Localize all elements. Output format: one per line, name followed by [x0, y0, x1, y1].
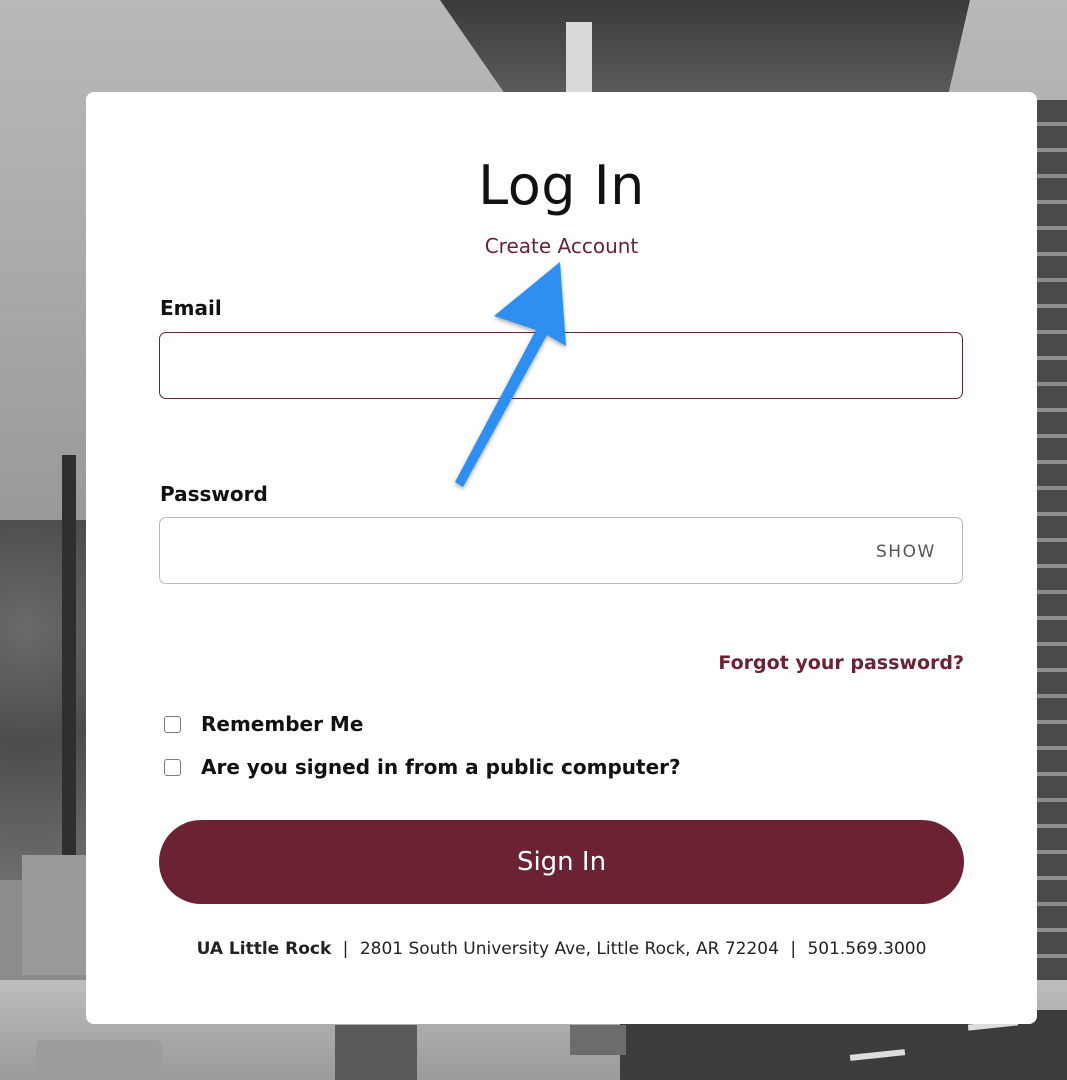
- footer-separator: |: [342, 939, 349, 959]
- background-planter: [22, 855, 86, 975]
- background-column: [566, 22, 592, 92]
- footer-separator: |: [790, 939, 797, 959]
- public-computer-label[interactable]: Are you signed in from a public computer…: [201, 755, 681, 779]
- background-pole: [62, 455, 76, 855]
- forgot-password-link[interactable]: Forgot your password?: [718, 652, 964, 674]
- password-label: Password: [160, 482, 268, 506]
- footer-phone: 501.569.3000: [807, 939, 927, 959]
- title-wrap: Log In: [86, 154, 1037, 217]
- remember-me-label[interactable]: Remember Me: [201, 712, 363, 736]
- footer: UA Little Rock | 2801 South University A…: [86, 939, 1037, 959]
- create-account-link[interactable]: Create Account: [86, 234, 1037, 258]
- sign-in-button[interactable]: Sign In: [159, 820, 964, 904]
- background-canopy: [440, 0, 970, 92]
- footer-address: 2801 South University Ave, Little Rock, …: [359, 939, 779, 959]
- email-field[interactable]: [159, 332, 963, 399]
- show-password-button[interactable]: SHOW: [876, 542, 936, 562]
- remember-me-row[interactable]: Remember Me: [164, 712, 363, 736]
- page-title: Log In: [478, 154, 645, 217]
- email-label: Email: [160, 296, 222, 320]
- remember-me-checkbox[interactable]: [164, 715, 181, 733]
- page: Log In Create Account Email Password SHO…: [0, 0, 1067, 1080]
- background-building: [1037, 100, 1067, 1000]
- background-pot: [335, 1025, 417, 1080]
- public-computer-row[interactable]: Are you signed in from a public computer…: [164, 755, 681, 779]
- footer-org: UA Little Rock: [196, 939, 332, 959]
- public-computer-checkbox[interactable]: [164, 758, 181, 776]
- background-pot: [36, 1040, 162, 1080]
- login-card: Log In Create Account Email Password SHO…: [86, 92, 1037, 1024]
- background-pot: [570, 1025, 626, 1055]
- password-field[interactable]: [159, 517, 963, 584]
